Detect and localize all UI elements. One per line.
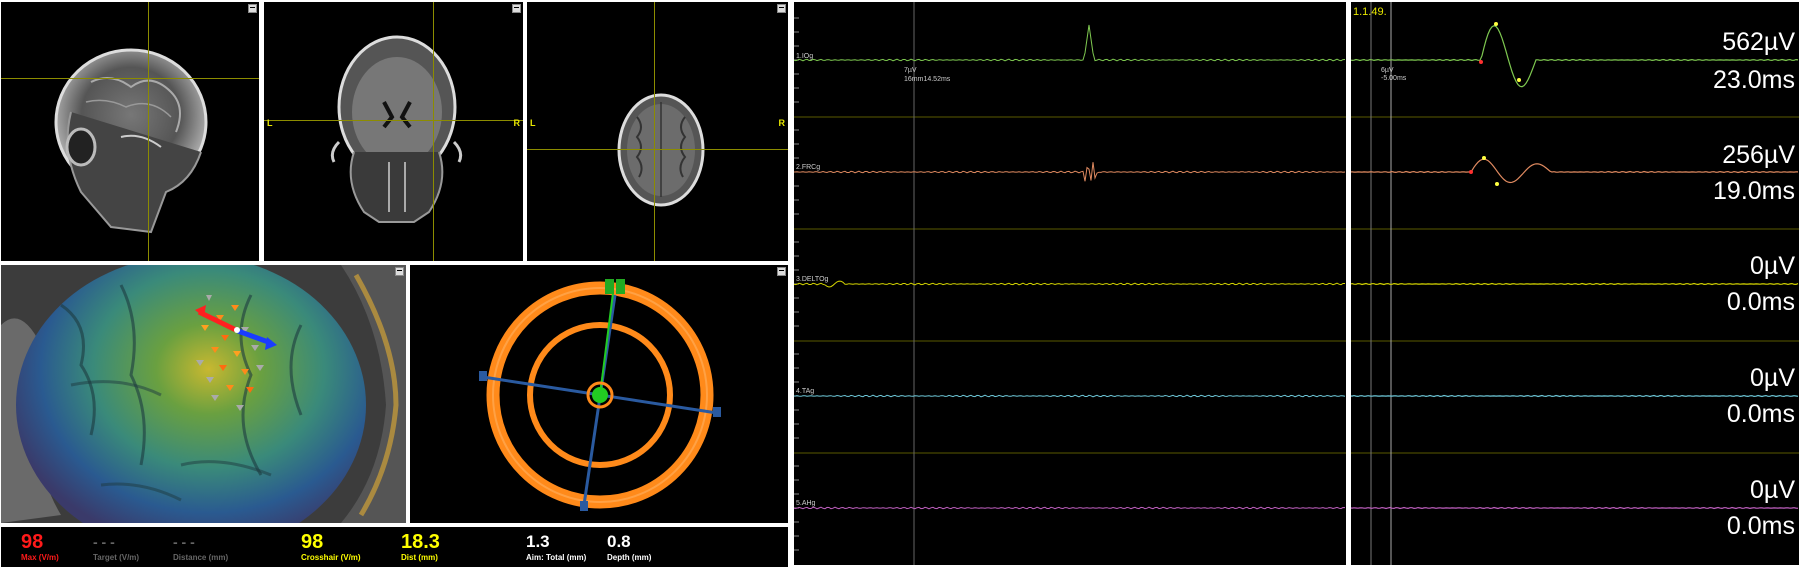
stat-crosshair: 98 Crosshair (V/m) (301, 532, 361, 562)
stat-label: Depth (mm) (607, 553, 652, 562)
channel-label: 4.TAg (796, 388, 815, 395)
emg-trace (1351, 506, 1799, 510)
left-marker: L (267, 118, 273, 128)
stat-distance: - - - Distance (mm) (173, 532, 228, 562)
maximize-icon[interactable] (512, 4, 521, 13)
channel-label: 2.FRCg (796, 164, 821, 171)
emg-trace (794, 24, 1346, 62)
stat-aim-total: 1.3 Aim: Total (mm) (526, 532, 586, 562)
onset-marker (1479, 60, 1483, 64)
sagittal-slice-image (54, 48, 208, 234)
left-marker: L (530, 118, 536, 128)
maximize-icon[interactable] (777, 267, 786, 276)
stat-value: 98 (301, 531, 324, 553)
cursor-readout: 16mm14.52ms (904, 76, 951, 83)
amplitude-readout: 0µV (1750, 476, 1795, 504)
sweep-header: 1.1.49. (1353, 6, 1387, 18)
stat-depth: 0.8 Depth (mm) (607, 532, 651, 562)
stat-label: Target (V/m) (93, 553, 140, 562)
crosshair-vertical (654, 2, 655, 261)
emg-trace (1351, 394, 1799, 398)
peak-marker (1482, 156, 1486, 160)
targeting-aim-view[interactable] (410, 265, 788, 523)
maximize-icon[interactable] (395, 267, 404, 276)
crosshair-horizontal (1, 78, 259, 79)
channel-label: 5.AHg (796, 500, 816, 507)
stat-value: 1.3 (526, 532, 550, 551)
latency-readout: 19.0ms (1713, 177, 1795, 205)
emg-trace (794, 394, 1346, 398)
peak-marker (1517, 78, 1521, 82)
latency-readout: 23.0ms (1713, 66, 1795, 94)
stat-label: Crosshair (V/m) (301, 553, 361, 562)
right-marker: R (778, 118, 786, 128)
channel-label: 3.DELTOg (796, 276, 829, 283)
maximize-icon[interactable] (777, 4, 786, 13)
stat-dist: 18.3 Dist (mm) (401, 532, 440, 562)
channel-label: 1.IOg (796, 53, 814, 60)
amplitude-readout: 0µV (1750, 364, 1795, 392)
efield-surface-render (1, 265, 406, 523)
stat-target: - - - Target (V/m) (93, 532, 139, 562)
stat-value: 98 (21, 531, 44, 553)
latency-readout: 0.0ms (1726, 512, 1795, 540)
mri-axial-view[interactable]: L R (527, 2, 788, 261)
stats-bar: 98 Max (V/m) - - - Target (V/m) - - - Di… (1, 527, 788, 567)
emg-mep-panel[interactable]: 1.1.49. 6µV -5.00ms 562µV 23.0ms 256µV 1… (1351, 2, 1799, 565)
emg-sweep-traces (794, 2, 1346, 565)
maximize-icon[interactable] (248, 4, 257, 13)
amplitude-readout: 562µV (1722, 28, 1795, 56)
emg-trace (794, 162, 1346, 182)
mri-coronal-view[interactable]: L R (264, 2, 523, 261)
cursor-readout: 7µV (904, 67, 917, 74)
efield-3d-view[interactable] (1, 265, 406, 523)
stat-value: 0.8 (607, 532, 631, 551)
aim-point-icon (592, 387, 608, 403)
stat-label: Dist (mm) (401, 553, 438, 562)
aim-direction-line (599, 292, 614, 396)
right-marker: R (513, 118, 521, 128)
stat-label: Distance (mm) (173, 553, 229, 562)
emg-trace (1351, 282, 1799, 286)
stat-label: Aim: Total (mm) (526, 553, 587, 562)
stat-label: Max (V/m) (21, 553, 59, 562)
stat-max-efield: 98 Max (V/m) (21, 532, 59, 562)
peak-marker (1495, 182, 1499, 186)
latency-readout: 0.0ms (1726, 288, 1795, 316)
amplitude-readout: 256µV (1722, 141, 1795, 169)
emg-trace (794, 280, 1345, 288)
crosshair-horizontal (264, 120, 523, 121)
stat-value: - - - (173, 534, 195, 550)
crosshair-horizontal (527, 149, 788, 150)
stat-value: - - - (93, 534, 115, 550)
crosshair-vertical (433, 2, 434, 261)
crosshair-vertical (148, 2, 149, 261)
cursor-readout: -5.00ms (1381, 75, 1407, 82)
peak-marker (1494, 22, 1498, 26)
amplitude-readout: 0µV (1750, 252, 1795, 280)
cursor-readout: 6µV (1381, 67, 1394, 74)
axial-slice-image (617, 93, 705, 207)
emg-trace (794, 506, 1346, 510)
onset-marker (1469, 170, 1473, 174)
emg-sweep-panel[interactable]: 7µV 16mm14.52ms 1.IOg 2.FRCg 3.DELTOg 4.… (794, 2, 1346, 565)
stat-value: 18.3 (401, 531, 440, 553)
mri-sagittal-view[interactable] (1, 2, 259, 261)
latency-readout: 0.0ms (1726, 400, 1795, 428)
coronal-slice-image (330, 35, 463, 223)
aim-bullseye (479, 279, 721, 511)
